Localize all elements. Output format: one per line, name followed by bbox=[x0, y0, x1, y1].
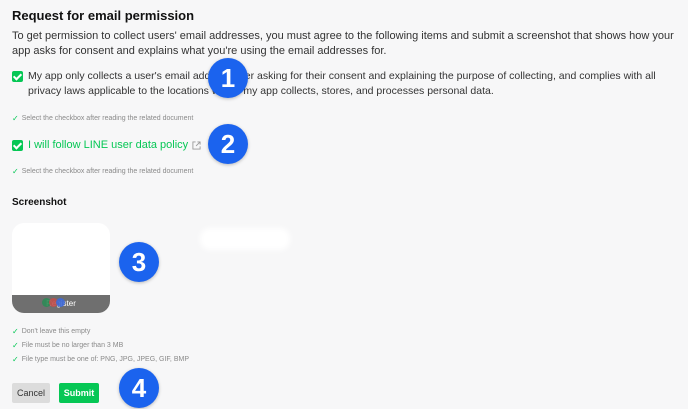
agreement-1-row[interactable]: My app only collects a user's email addr… bbox=[12, 69, 678, 99]
annotation-badge-3: 3 bbox=[119, 242, 159, 282]
blurred-filename bbox=[200, 228, 290, 250]
avatar-icons bbox=[42, 298, 65, 307]
check-icon: ✓ bbox=[12, 341, 19, 350]
check-icon: ✓ bbox=[12, 355, 19, 364]
requirement-2: ✓ File must be no larger than 3 MB bbox=[12, 341, 124, 350]
page-title: Request for email permission bbox=[12, 8, 195, 23]
screenshot-title: Screenshot bbox=[12, 197, 67, 208]
external-link-icon bbox=[192, 141, 201, 150]
cancel-button[interactable]: Cancel bbox=[12, 383, 50, 403]
requirement-3: ✓ File type must be one of: PNG, JPG, JP… bbox=[12, 355, 189, 364]
blurred-content bbox=[16, 233, 56, 243]
annotation-badge-2: 2 bbox=[208, 124, 248, 164]
agreement-2-hint: ✓ Select the checkbox after reading the … bbox=[12, 167, 194, 176]
user-data-policy-link[interactable]: I will follow LINE user data policy bbox=[28, 138, 201, 153]
submit-button[interactable]: Submit bbox=[59, 383, 99, 403]
check-icon: ✓ bbox=[12, 327, 19, 336]
agreement-1-checkbox[interactable] bbox=[12, 71, 23, 82]
agreement-2-checkbox[interactable] bbox=[12, 140, 23, 151]
screenshot-thumbnail[interactable]: Register bbox=[12, 223, 110, 313]
email-permission-form: Request for email permission To get perm… bbox=[0, 0, 688, 409]
agreement-1-label: My app only collects a user's email addr… bbox=[28, 70, 656, 97]
agreement-2-row[interactable]: I will follow LINE user data policy bbox=[12, 138, 201, 153]
thumbnail-register-bar: Register bbox=[12, 295, 110, 313]
check-icon: ✓ bbox=[12, 167, 19, 176]
check-icon: ✓ bbox=[12, 114, 19, 123]
requirement-1: ✓ Don't leave this empty bbox=[12, 327, 91, 336]
annotation-badge-4: 4 bbox=[119, 368, 159, 408]
agreement-1-hint: ✓ Select the checkbox after reading the … bbox=[12, 114, 194, 123]
annotation-badge-1: 1 bbox=[208, 58, 248, 98]
page-description: To get permission to collect users' emai… bbox=[12, 30, 674, 57]
